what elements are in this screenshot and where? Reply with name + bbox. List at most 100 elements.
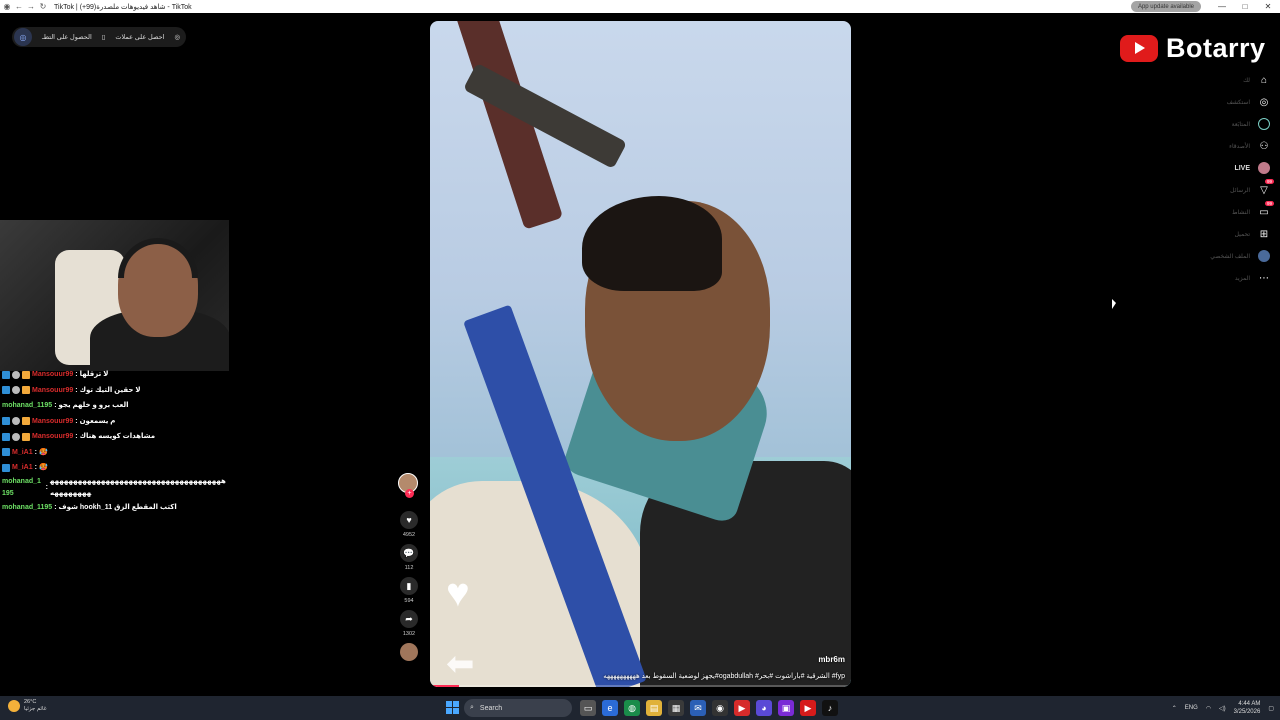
chat-username[interactable]: mohanad_1195 [2,398,52,414]
sidebar-item-label: الرسائل [1230,187,1250,194]
forward-icon[interactable]: → [26,2,36,12]
window-titlebar: ◉ ← → ↻ TikTok | شاهد فيديوهات ملصدرة(99… [0,0,1280,13]
tiktok-app-icon[interactable]: ♪ [822,700,838,716]
sidebar-item-compass[interactable]: استكشف ◎ [1180,91,1270,113]
chat-badge-icon [2,386,10,395]
video-progress-bar[interactable] [430,685,851,687]
compass-icon: ◎ [1259,96,1269,108]
task-view-icon[interactable]: ▭ [580,700,596,716]
chat-badge-icon [22,370,30,379]
sidebar-item-profile[interactable]: الملف الشخصي [1180,245,1270,267]
chevron-up-icon[interactable]: ⌃ [1172,705,1177,712]
sidebar-item-following[interactable]: المتابَعة [1180,113,1270,135]
chat-username[interactable]: Mansouur99 [32,367,73,383]
volume-icon[interactable]: ◁) [1219,705,1226,712]
edge-icon[interactable]: e [602,700,618,716]
sidebar-item-label: لك [1243,77,1250,84]
discord-icon[interactable]: ◕ [756,700,772,716]
sidebar-item-messages[interactable]: الرسائل ▽ 99 [1180,179,1274,201]
sidebar-item-label: النشاط [1231,209,1250,216]
sidebar-item-more[interactable]: المزيد ⋯ [1180,267,1270,289]
temperature: 26°C [24,699,37,705]
sidebar-item-upload[interactable]: تحميل ⊞ [1180,223,1270,245]
get-coins-label[interactable]: احصل على عملات [115,33,164,41]
clock[interactable]: 4:44 AM 3/25/2026 [1234,700,1261,716]
mail-icon[interactable]: ✉ [690,700,706,716]
system-tray: ⌃ ENG ◠ ◁) 4:44 AM 3/25/2026 ▢ [1172,696,1274,720]
minimize-icon[interactable]: — [1211,0,1233,13]
chat-text: لا حقين التيك توك [79,386,141,394]
video-author[interactable]: mbr6m [818,655,845,664]
youtube-logo-icon [1120,34,1158,62]
weather-widget[interactable]: 26°C غائم جزئيا [8,699,47,713]
notification-badge: 99 [1264,201,1274,206]
wifi-icon[interactable]: ◠ [1206,705,1211,712]
person-hair [582,196,722,291]
twitch-icon[interactable]: ▣ [778,700,794,716]
sidebar-item-label: تحميل [1234,231,1250,238]
browser-logo-icon: ◉ [3,2,11,11]
chat-username[interactable]: Mansouur99 [32,383,73,399]
maximize-icon[interactable]: □ [1234,0,1256,13]
sidebar-item-home[interactable]: لك ⌂ [1180,69,1270,91]
brand-name: Botarry [1166,32,1266,63]
comment-count: 112 [404,565,414,571]
chat-text: هههههههههههههههههههههههههههههههههههههههه… [49,477,226,497]
taskbar-search[interactable]: ⌕ Search [464,699,572,717]
store-icon[interactable]: ▦ [668,700,684,716]
sidebar-item-label: المتابَعة [1231,121,1250,128]
video-player[interactable]: ♥ ⬅ mbr6m يجهز لوضعية السقوط بعد ههههههه… [430,21,851,687]
share-icon[interactable]: ➦ [400,610,418,628]
creator-avatar[interactable]: + [398,473,418,498]
date: 3/25/2026 [1233,709,1261,715]
bookmark-icon[interactable]: ▮ [400,577,418,595]
chat-badge-icon [2,370,10,379]
close-icon[interactable]: ✕ [1257,0,1279,13]
chat-message: M_iA1 : 🥵 [2,445,230,461]
app-update-button[interactable]: App update available [1131,1,1201,12]
chat-badge-icon [22,417,30,426]
sound-avatar[interactable] [400,643,418,661]
sidebar-item-activity[interactable]: النشاط ▭ 99 [1180,201,1274,223]
youtube-app-icon[interactable]: ▶ [734,700,750,716]
sidebar-item-live[interactable]: LIVE [1180,157,1270,179]
more-icon: ⋯ [1259,272,1269,284]
chat-username[interactable]: Mansouur99 [32,429,73,445]
browser-icon[interactable]: ◍ [624,700,640,716]
save-count: 594 [404,598,414,604]
video-actions: + ♥ 4952 💬 112 ▮ 594 ➦ 1302 [398,473,420,661]
get-app-label[interactable]: الحصول على التطـ [42,33,92,41]
profile-icon [1258,250,1270,262]
video-caption[interactable]: يجهز لوضعية السقوط بعد ههههههههههه#ogabd… [603,672,845,680]
file-explorer-icon[interactable]: ▤ [646,700,662,716]
start-button[interactable] [446,701,459,714]
sidebar-item-friends[interactable]: الأصدقاء ⚇ [1180,135,1270,157]
chat-username[interactable]: M_iA1 [12,445,33,461]
comment-icon[interactable]: 💬 [400,544,418,562]
share-count: 1302 [402,631,416,637]
obs-icon[interactable]: ◉ [712,700,728,716]
chat-message: Mansouur99 : لا حقين التيك توك [2,383,230,399]
chat-username[interactable]: M_iA1 [12,460,33,476]
youtube-studio-icon[interactable]: ▶ [800,700,816,716]
home-icon: ⌂ [1260,74,1268,86]
chat-username[interactable]: mohanad_1195 [2,500,52,516]
sidebar-item-label: استكشف [1226,99,1250,106]
chat-badge-icon [12,386,20,395]
tiktok-circle-icon[interactable]: ◎ [14,28,32,46]
chat-separator: : [75,371,78,378]
language-indicator[interactable]: ENG [1185,705,1198,711]
chat-username[interactable]: mohanad_1195 [2,476,44,500]
chat-separator: : [75,417,78,425]
chat-separator: : [34,464,37,471]
reload-icon[interactable]: ↻ [38,2,48,12]
chat-username[interactable]: Mansouur99 [32,414,73,430]
notification-icon[interactable]: ▢ [1268,705,1274,712]
like-icon[interactable]: ♥ [400,511,418,529]
video-progress-fill [430,685,460,687]
taskbar-apps: ▭ e ◍ ▤ ▦ ✉ ◉ ▶ ◕ ▣ ▶ ♪ [580,700,838,716]
heart-overlay-icon: ♥ [446,571,470,615]
chat-separator: : [54,402,57,409]
back-icon[interactable]: ← [14,2,24,12]
follow-plus-icon[interactable]: + [405,489,414,498]
